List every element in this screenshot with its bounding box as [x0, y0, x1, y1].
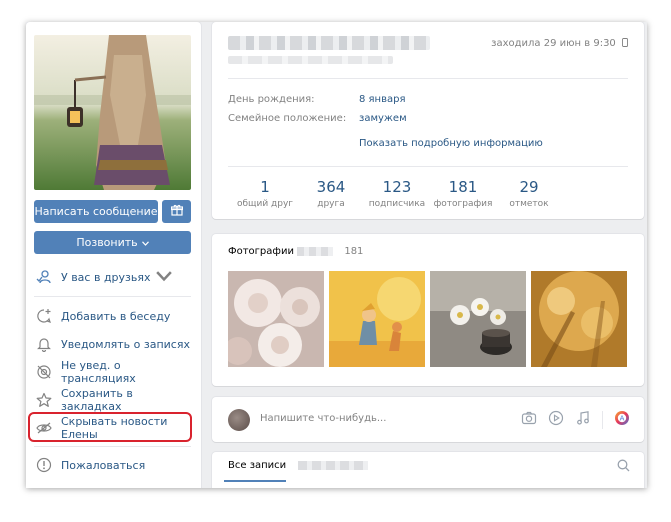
report-label: Пожаловаться: [61, 458, 146, 472]
profile-info: заходила 29 июн в 9:30 День рождения: 8 …: [212, 22, 644, 219]
sidebar-divider: [34, 446, 191, 447]
user-check-icon: [36, 269, 52, 285]
show-more-info-link[interactable]: Показать подробную информацию: [359, 138, 543, 149]
music-icon[interactable]: [575, 410, 591, 429]
photo-thumb[interactable]: [531, 271, 627, 367]
gift-icon: [170, 204, 183, 219]
profile-name-blurred: [228, 36, 430, 50]
birthday-value[interactable]: 8 января: [359, 94, 405, 105]
counter-friends[interactable]: 364 друга: [298, 178, 364, 209]
send-gift-button[interactable]: [162, 200, 191, 223]
photos-count: 181: [344, 246, 364, 257]
camera-icon[interactable]: [521, 410, 537, 429]
broadcast-off-icon: [36, 364, 52, 380]
tab-all-posts[interactable]: Все записи: [228, 460, 286, 471]
photo-thumb[interactable]: [329, 271, 425, 367]
sidebar-item-label: Уведомлять о записях: [61, 337, 190, 351]
counter-tags[interactable]: 29 отметок: [496, 178, 562, 209]
vk-profile-page: Написать сообщение Позвонить У вас в дру…: [26, 22, 647, 488]
photos-block: Фотографии 181: [212, 234, 644, 386]
last-seen-status: заходила 29 июн в 9:30: [491, 38, 628, 50]
write-message-label: Написать сообщение: [34, 205, 158, 218]
info-divider: [228, 166, 628, 167]
post-input[interactable]: Напишите что-нибудь...: [260, 413, 386, 424]
sidebar-item-label: Сохранить в закладках: [61, 387, 133, 413]
sidebar-divider: [34, 296, 191, 297]
photo-thumb[interactable]: [430, 271, 526, 367]
tab-active-indicator: [224, 480, 286, 482]
birthday-label: День рождения:: [228, 94, 315, 105]
chevron-down-icon: [155, 268, 172, 287]
sidebar-item-add-to-chat[interactable]: Добавить в беседу: [34, 305, 191, 327]
profile-avatar[interactable]: [34, 35, 191, 190]
alert-icon: [36, 457, 52, 473]
info-divider: [228, 78, 628, 79]
svg-text:A: A: [620, 415, 625, 423]
photo-thumb[interactable]: [228, 271, 324, 367]
profile-sidebar: Написать сообщение Позвонить У вас в дру…: [26, 22, 201, 488]
sidebar-item-label: Не увед. о трансляциях: [61, 359, 136, 385]
chevron-down-icon: [141, 236, 149, 249]
wall-block: Все записи: [212, 452, 644, 488]
post-attachments: A: [521, 410, 630, 429]
counter-photos[interactable]: 181 фотография: [430, 178, 496, 209]
sidebar-item-broadcast-notify[interactable]: Не увед. о трансляциях: [34, 359, 191, 385]
tab-owner-posts-blurred[interactable]: [298, 461, 368, 470]
chat-add-icon: [36, 308, 52, 324]
sidebar-item-label: Добавить в беседу: [61, 309, 171, 323]
call-label: Позвонить: [76, 236, 138, 249]
star-icon: [36, 392, 52, 408]
highlight-frame: [28, 412, 192, 442]
friends-status-label: У вас в друзьях: [61, 270, 151, 284]
sidebar-item-bookmark[interactable]: Сохранить в закладках: [34, 387, 191, 413]
write-message-button[interactable]: Написать сообщение: [34, 200, 158, 223]
marital-status-label: Семейное положение:: [228, 113, 347, 124]
report-button[interactable]: Пожаловаться: [34, 454, 191, 476]
marital-status-value[interactable]: замужем: [359, 113, 407, 124]
attachments-divider: [602, 410, 603, 429]
search-icon[interactable]: [617, 459, 630, 475]
bell-icon: [36, 336, 52, 352]
phone-icon: [622, 38, 628, 50]
photos-header[interactable]: Фотографии 181: [228, 246, 363, 257]
current-user-avatar: [228, 409, 250, 431]
call-button[interactable]: Позвонить: [34, 231, 191, 254]
profile-status-blurred: [228, 56, 393, 64]
sidebar-item-notify-posts[interactable]: Уведомлять о записях: [34, 333, 191, 355]
counter-common-friends[interactable]: 1 общий друг: [232, 178, 298, 209]
video-icon[interactable]: [548, 410, 564, 429]
friends-status-dropdown[interactable]: У вас в друзьях: [34, 266, 191, 288]
post-composer: Напишите что-нибудь... A: [212, 397, 644, 442]
counter-followers[interactable]: 123 подписчика: [364, 178, 430, 209]
photos-owner-blurred: [297, 246, 334, 256]
stories-icon[interactable]: A: [614, 410, 630, 429]
profile-counters: 1 общий друг 364 друга 123 подписчика 181 фо…: [232, 178, 624, 209]
photos-title: Фотографии: [228, 246, 294, 257]
